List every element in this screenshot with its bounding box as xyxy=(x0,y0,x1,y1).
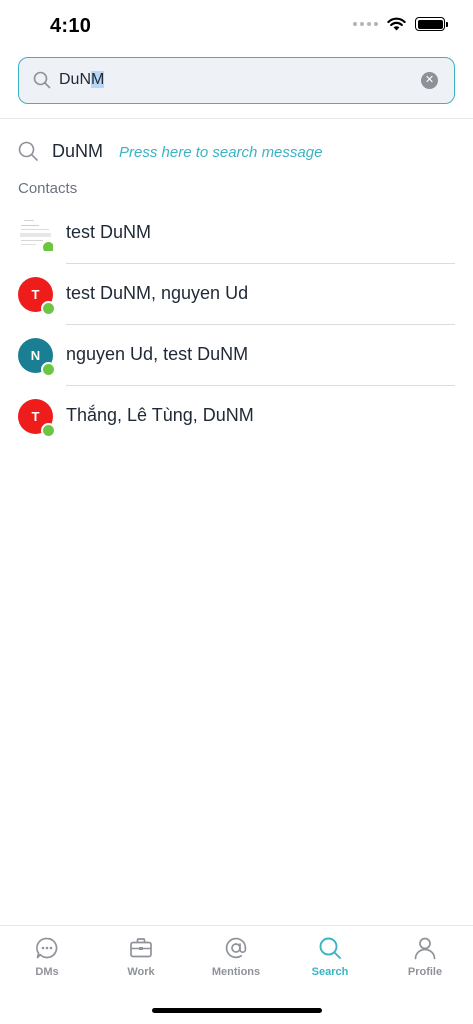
battery-icon xyxy=(415,17,448,31)
status-icons xyxy=(353,17,448,31)
search-query-text: DuN xyxy=(59,71,92,88)
status-time: 4:10 xyxy=(50,15,92,37)
avatar: T xyxy=(18,277,56,316)
contact-row[interactable]: test DuNM xyxy=(0,203,473,264)
search-icon xyxy=(33,71,51,89)
contact-name: test DuNM, nguyen Ud xyxy=(66,283,249,303)
contact-row[interactable]: T Thắng, Lê Tùng, DuNM xyxy=(0,386,473,447)
tab-label: Search xyxy=(311,966,349,978)
search-input[interactable]: DuNM xyxy=(59,58,105,102)
person-icon xyxy=(414,937,436,960)
tab-mentions[interactable]: Mentions xyxy=(189,936,283,986)
tab-work[interactable]: Work xyxy=(94,936,188,986)
tab-dms[interactable]: DMs xyxy=(0,936,94,986)
status-bar: 4:10 xyxy=(0,0,473,52)
message-search-hint: Press here to search message xyxy=(119,144,323,161)
avatar-initial: T xyxy=(31,409,40,424)
tab-label: Profile xyxy=(407,966,443,978)
wifi-icon xyxy=(387,17,406,31)
avatar: N xyxy=(18,338,56,377)
search-icon xyxy=(319,937,341,959)
tab-search[interactable]: Search xyxy=(283,936,377,986)
search-icon xyxy=(18,141,38,161)
online-status-dot xyxy=(41,240,53,251)
avatar-initial: N xyxy=(30,348,41,363)
search-bar[interactable]: DuNM ✕ xyxy=(18,57,455,104)
avatar-initial: T xyxy=(31,287,40,302)
avatar: T xyxy=(18,399,56,438)
contact-name: Thắng, Lê Tùng, DuNM xyxy=(66,405,254,425)
contacts-section-label: Contacts xyxy=(18,180,78,197)
search-messages-row[interactable]: DuNM Press here to search message xyxy=(0,132,473,172)
tab-profile[interactable]: Profile xyxy=(378,936,472,986)
cellular-signal-icon xyxy=(353,22,378,26)
online-status-dot xyxy=(41,301,56,316)
avatar xyxy=(18,216,53,251)
tab-label: Work xyxy=(127,966,155,978)
contact-row[interactable]: T test DuNM, nguyen Ud xyxy=(0,264,473,325)
contact-row[interactable]: N nguyen Ud, test DuNM xyxy=(0,325,473,386)
at-sign-icon xyxy=(225,937,247,959)
tab-label: DMs xyxy=(35,966,59,978)
contact-name: test DuNM xyxy=(66,222,152,242)
home-indicator xyxy=(152,1008,322,1013)
tab-label: Mentions xyxy=(211,966,261,978)
message-search-query: DuNM xyxy=(52,141,104,161)
clear-search-icon[interactable]: ✕ xyxy=(421,72,438,89)
online-status-dot xyxy=(41,362,56,377)
search-query-selection: M xyxy=(91,71,105,88)
contact-name: nguyen Ud, test DuNM xyxy=(66,344,249,364)
chat-bubble-icon xyxy=(36,937,58,959)
header-divider xyxy=(0,118,473,119)
briefcase-icon xyxy=(130,938,152,958)
online-status-dot xyxy=(41,423,56,438)
